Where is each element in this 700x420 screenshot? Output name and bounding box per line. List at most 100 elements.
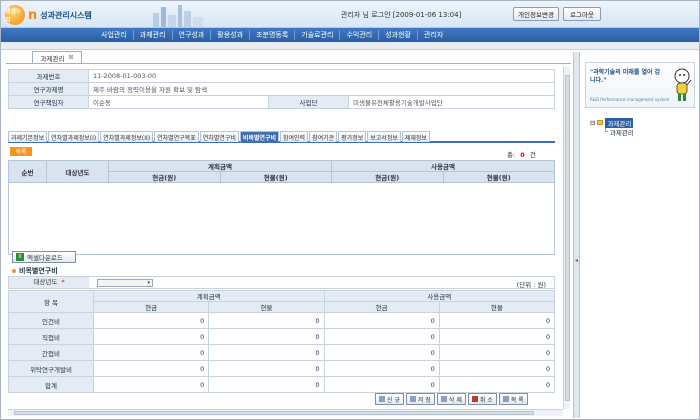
save-button[interactable]: 저 장 <box>405 393 435 405</box>
main-nav: 사업관리 과제관리 연구성과 활용성과 조분명동록 기술료관리 수익관리 성과현… <box>1 28 699 42</box>
nav-item-research-results[interactable]: 연구성과 <box>173 30 212 40</box>
nav-item-registration[interactable]: 조분명동록 <box>250 30 296 40</box>
right-panel: "과학기술의 미래를 열어 갑니다." R&D Performance mana… <box>580 52 698 418</box>
tab-personnel[interactable]: 참여인력 <box>279 131 309 142</box>
task-no-value: 11-2008-01-003-00 <box>88 69 555 83</box>
col-detail-planned-cash: 현금 <box>92 301 210 313</box>
budget-list-grid: 순번 대상년도 계획금액 사용금액 현금(원) 현물(원) 현금(원) 현물(원… <box>8 160 555 255</box>
logo-letter: n <box>28 7 38 23</box>
system-name: 성과관리시스템 <box>40 10 92 20</box>
tab-report[interactable]: 보고서정보 <box>367 131 401 142</box>
minus-icon[interactable]: ⊟ <box>590 119 595 127</box>
manager-value: 이순동 <box>88 95 269 109</box>
year-select[interactable]: ▾ <box>97 279 153 287</box>
skyline-icon <box>153 5 203 27</box>
col-used-cash: 현금(원) <box>331 171 444 183</box>
cell-value[interactable]: 0 <box>438 344 556 361</box>
logout-button[interactable]: 로그아웃 <box>563 7 601 21</box>
cell-value[interactable]: 0 <box>323 312 440 329</box>
cell-value[interactable]: 0 <box>92 344 210 361</box>
scroll-thumb[interactable] <box>565 75 570 401</box>
tab-basic-info[interactable]: 과제기본정보 <box>8 131 48 142</box>
task-info-table: 과제번호 11-2008-01-003-00 연구과제명 제주 바람의 정력이용… <box>8 69 555 109</box>
app-logo[interactable]: 생생누리 n 성과관리시스템 <box>5 4 92 26</box>
nav-item-admin[interactable]: 관리자 <box>418 30 449 40</box>
required-mark: * <box>61 278 65 286</box>
tree-child-item[interactable]: └ 과제관리 <box>604 127 634 137</box>
cell-value[interactable]: 0 <box>323 328 440 345</box>
excel-download-button[interactable]: X 엑셀다운로드 <box>12 251 76 263</box>
col-detail-planned-kind: 현물 <box>208 301 325 313</box>
cell-value[interactable]: 0 <box>323 360 440 377</box>
chevron-left-icon[interactable]: ◂ <box>575 257 578 264</box>
cell-value[interactable]: 0 <box>438 312 556 329</box>
table-row-total: 합계 0 0 0 0 <box>8 376 556 393</box>
vertical-scrollbar[interactable] <box>563 67 570 409</box>
nav-item-business[interactable]: 사업관리 <box>95 30 134 40</box>
tab-annual-info-1[interactable]: 연차별과제정보(I) <box>48 131 100 142</box>
promo-text: "과학기술의 미래를 열어 갑니다." <box>590 69 661 84</box>
empty-grid-body <box>8 182 555 255</box>
profile-edit-button[interactable]: 개인정보변경 <box>513 7 559 21</box>
org-value: 미생물유전체활용기술개발사업단 <box>348 95 555 109</box>
cell-value[interactable]: 0 <box>92 328 210 345</box>
col-used: 사용금액 <box>331 160 555 172</box>
task-no-label: 과제번호 <box>8 69 89 83</box>
table-row: 위탁연구개발비 0 0 0 0 <box>8 360 556 377</box>
nav-item-tech-fee[interactable]: 기술료관리 <box>295 30 341 40</box>
page-tab-label: 과제관리 <box>40 54 65 63</box>
close-icon[interactable]: ⊠ <box>68 54 73 61</box>
list-button[interactable]: 목 록 <box>498 393 528 405</box>
cell-value[interactable]: 0 <box>323 344 440 361</box>
col-detail-used-cash: 현금 <box>323 301 440 313</box>
row-label: 합계 <box>8 376 94 393</box>
col-detail-planned: 계획금액 <box>93 290 325 302</box>
list-button-label: 목 록 <box>510 396 524 404</box>
section-title-text: 비목별연구비 <box>19 267 58 275</box>
cell-value[interactable]: 0 <box>208 328 325 345</box>
tab-annual-budget[interactable]: 연차별연구비 <box>199 131 239 142</box>
row-label: 인건비 <box>8 312 94 329</box>
tab-evaluation[interactable]: 평가정보 <box>338 131 367 142</box>
tab-annual-info-2[interactable]: 연차별과제정보(II) <box>100 131 154 142</box>
row-label: 간접비 <box>8 344 94 361</box>
list-icon <box>502 396 509 402</box>
task-name-label: 연구과제명 <box>8 82 89 96</box>
nav-item-task[interactable]: 과제관리 <box>134 30 173 40</box>
tab-sanction[interactable]: 제재정보 <box>401 131 430 142</box>
tab-institution[interactable]: 참여기관 <box>309 131 338 142</box>
cancel-icon <box>471 396 478 402</box>
list-tag: 목록 <box>10 147 32 156</box>
cell-value[interactable]: 0 <box>92 312 210 329</box>
cell-value[interactable]: 0 <box>208 360 325 377</box>
cancel-button[interactable]: 취 소 <box>467 393 497 405</box>
delete-button[interactable]: 삭 제 <box>436 393 466 405</box>
cell-value[interactable]: 0 <box>208 312 325 329</box>
page-tab-task[interactable]: 과제관리 ⊠ <box>32 51 82 63</box>
panel-splitter[interactable]: ◂ <box>573 52 580 418</box>
table-row: 직접비 0 0 0 0 <box>8 328 556 345</box>
new-icon <box>379 396 385 402</box>
tree-child-label: 과제관리 <box>609 128 634 137</box>
scroll-thumb[interactable] <box>14 411 534 415</box>
record-count: 총: 0 건 <box>507 149 536 159</box>
tab-item-budget[interactable]: 비목별연구비 <box>239 131 279 142</box>
col-planned-cash: 현금(원) <box>108 171 221 183</box>
nav-item-status[interactable]: 성과현황 <box>379 30 418 40</box>
cell-value[interactable]: 0 <box>438 328 556 345</box>
count-value: 0 <box>520 151 525 159</box>
nav-item-usage-results[interactable]: 활용성과 <box>211 30 251 40</box>
cell-value[interactable]: 0 <box>208 344 325 361</box>
delete-icon <box>440 396 447 402</box>
excel-icon: X <box>16 253 24 261</box>
new-button[interactable]: 신 규 <box>375 393 404 405</box>
cell-value[interactable]: 0 <box>92 360 210 377</box>
nav-item-revenue[interactable]: 수익관리 <box>340 30 380 40</box>
tab-annual-goal[interactable]: 연차별연구목표 <box>154 131 199 142</box>
sub-header-bar <box>1 42 699 50</box>
promo-banner: "과학기술의 미래를 열어 갑니다." R&D Performance mana… <box>585 62 695 108</box>
unit-label: (단위 : 원) <box>516 281 546 289</box>
horizontal-scrollbar[interactable] <box>8 409 563 416</box>
col-planned: 계획금액 <box>108 160 332 172</box>
cell-value[interactable]: 0 <box>438 360 556 377</box>
